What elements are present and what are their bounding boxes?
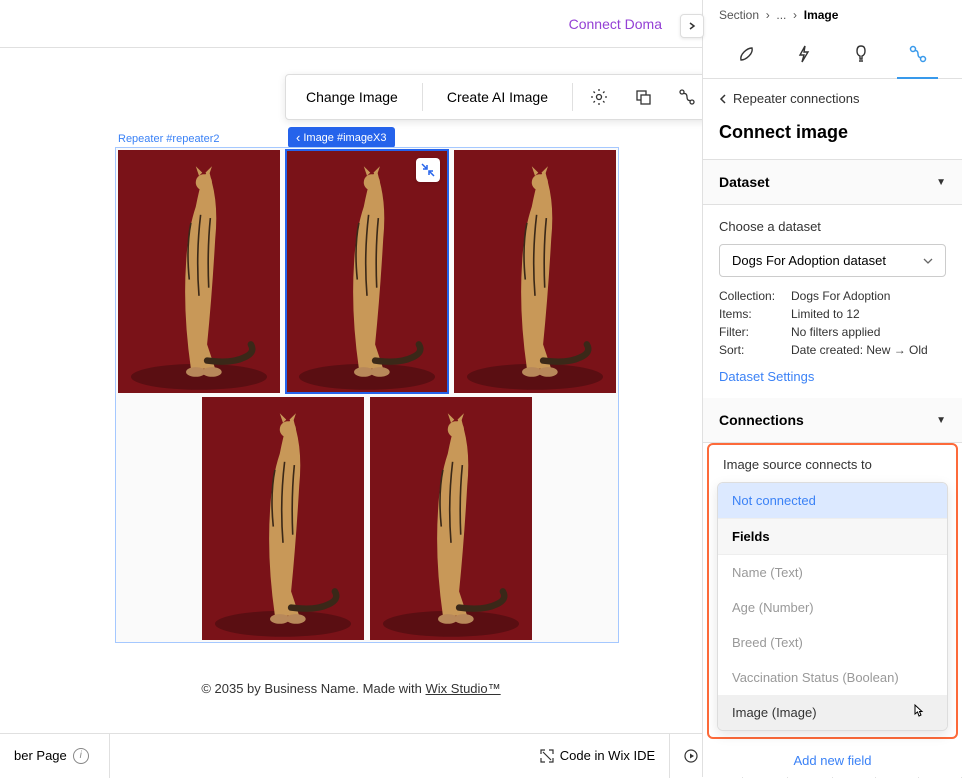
change-image-button[interactable]: Change Image <box>290 79 414 115</box>
option-name[interactable]: Name (Text) <box>718 555 947 590</box>
expand-panel-button[interactable] <box>680 14 704 38</box>
footer-text: © 2035 by Business Name. Made with Wix S… <box>0 681 702 696</box>
page-selector[interactable]: ber Pagei <box>0 734 110 778</box>
add-new-field-link[interactable]: Add new field <box>703 739 962 782</box>
option-breed[interactable]: Breed (Text) <box>718 625 947 660</box>
selected-image-tag[interactable]: Image #imageX3 <box>288 127 395 148</box>
connections-section-header[interactable]: Connections▼ <box>703 398 962 443</box>
repeater-item[interactable] <box>202 397 364 640</box>
breadcrumb[interactable]: Section › ... › Image <box>703 0 962 30</box>
image-source-label: Image source connects to <box>709 445 956 482</box>
dataset-section: Choose a dataset Dogs For Adoption datas… <box>703 205 962 398</box>
info-icon[interactable]: i <box>73 748 89 764</box>
panel-title: Connect image <box>703 118 962 160</box>
dataset-dropdown[interactable]: Dogs For Adoption dataset <box>719 244 946 277</box>
connect-data-icon[interactable] <box>669 79 705 115</box>
repeater-item[interactable] <box>118 150 280 393</box>
connections-highlight: Image source connects to Not connected F… <box>707 443 958 739</box>
collapse-icon[interactable] <box>416 158 440 182</box>
copy-icon[interactable] <box>625 79 661 115</box>
right-panel: Section › ... › Image Repeater connectio… <box>702 0 962 777</box>
repeater-container <box>115 147 619 643</box>
option-vaccination[interactable]: Vaccination Status (Boolean) <box>718 660 947 695</box>
data-tab-icon[interactable] <box>889 30 946 78</box>
repeater-item[interactable] <box>454 150 616 393</box>
wix-studio-link[interactable]: Wix Studio™ <box>426 681 501 696</box>
dataset-section-header[interactable]: Dataset▼ <box>703 160 962 205</box>
dataset-settings-link[interactable]: Dataset Settings <box>719 369 946 384</box>
interactions-tab-icon[interactable] <box>833 30 890 78</box>
choose-dataset-label: Choose a dataset <box>719 219 946 234</box>
field-dropdown: Not connected Fields Name (Text) Age (Nu… <box>717 482 948 731</box>
fields-group-header: Fields <box>718 518 947 555</box>
repeater-label: Repeater #repeater2 <box>118 133 220 145</box>
create-ai-image-button[interactable]: Create AI Image <box>431 79 564 115</box>
repeater-item[interactable] <box>370 397 532 640</box>
design-tab-icon[interactable] <box>719 30 776 78</box>
option-age[interactable]: Age (Number) <box>718 590 947 625</box>
panel-tabs <box>703 30 962 79</box>
animation-tab-icon[interactable] <box>776 30 833 78</box>
code-in-ide-button[interactable]: Code in Wix IDE <box>526 734 670 778</box>
image-toolbar: Change Image Create AI Image <box>285 74 754 120</box>
settings-icon[interactable] <box>581 79 617 115</box>
connect-domain-link[interactable]: Connect Doma <box>569 16 662 32</box>
cursor-icon <box>911 703 925 719</box>
option-not-connected[interactable]: Not connected <box>718 483 947 518</box>
back-button[interactable]: Repeater connections <box>703 79 962 118</box>
repeater-item-selected[interactable] <box>286 150 448 393</box>
option-image[interactable]: Image (Image) <box>718 695 947 730</box>
